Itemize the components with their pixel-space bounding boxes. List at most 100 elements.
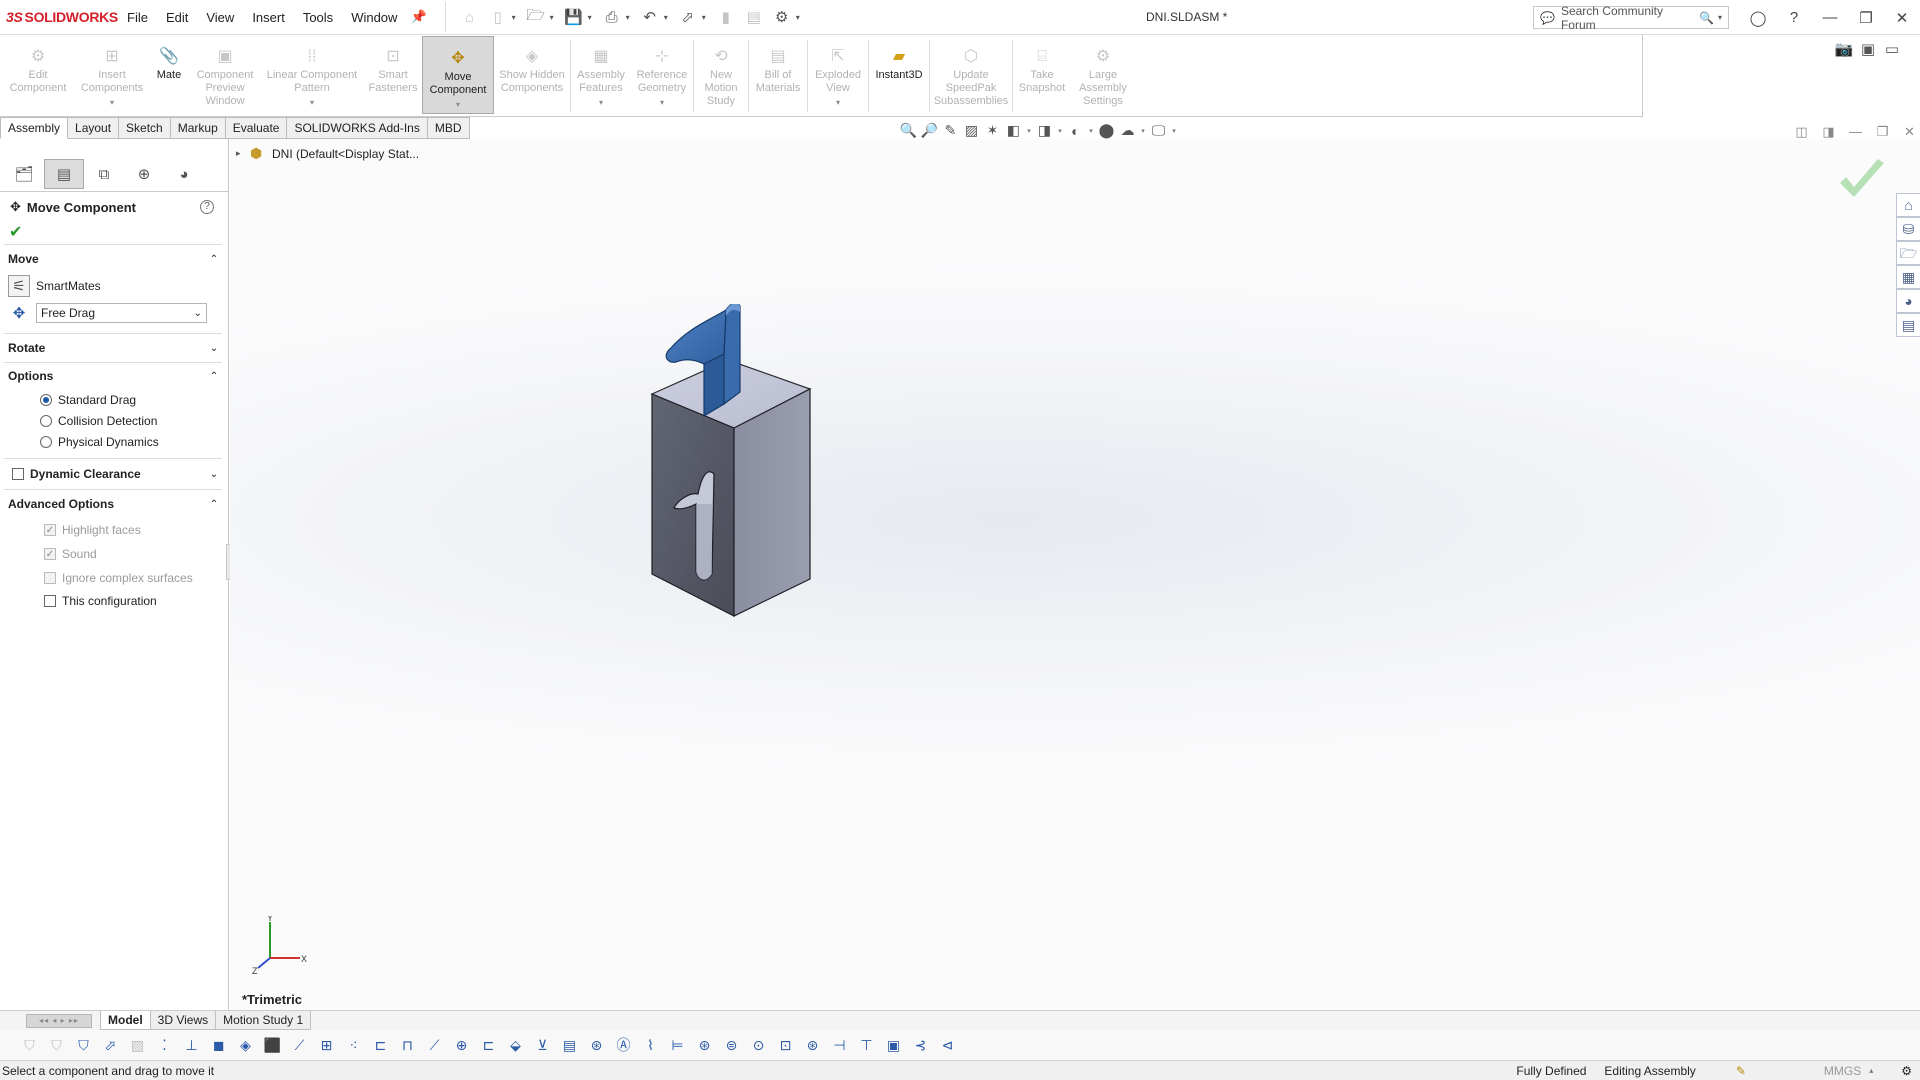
- expand-arrow-icon[interactable]: ▸: [236, 148, 250, 159]
- filter-stacked-balloon-icon[interactable]: ⊡: [772, 1037, 799, 1054]
- display-manager-tab-icon[interactable]: ◕: [164, 159, 204, 189]
- help-icon[interactable]: ?: [1776, 9, 1812, 26]
- filter-midpoints-icon[interactable]: ⟋: [421, 1037, 448, 1054]
- update-speedpak-button[interactable]: ⬡ Update SpeedPak Subassemblies: [930, 35, 1012, 117]
- physical-dynamics-radio[interactable]: [40, 435, 52, 448]
- search-dropdown-icon[interactable]: ▾: [1718, 13, 1722, 22]
- options-gear-icon[interactable]: ⚙: [771, 6, 793, 28]
- mate-button[interactable]: 📎 Mate: [148, 35, 190, 117]
- drag-mode-select[interactable]: Free Drag ⌄: [36, 303, 207, 323]
- dynamic-clearance-header[interactable]: Dynamic Clearance ⌄: [4, 459, 222, 489]
- dimxpert-manager-tab-icon[interactable]: ⊕: [124, 159, 164, 189]
- filter-connection-icon[interactable]: ⊣: [826, 1037, 853, 1054]
- solidworks-resources-icon[interactable]: ⌂: [1896, 193, 1920, 217]
- screen-capture-icon[interactable]: ▣: [1856, 40, 1880, 58]
- tab-motion-study[interactable]: Motion Study 1: [216, 1011, 312, 1030]
- filter-cells-icon[interactable]: ⊜: [718, 1037, 745, 1054]
- file-explorer-icon[interactable]: 🗁: [1896, 241, 1920, 265]
- viewport-minimize-icon[interactable]: —: [1842, 124, 1869, 140]
- solidworks-logo[interactable]: 3S SOLIDWORKS: [6, 9, 118, 25]
- feature-manager-tab-icon[interactable]: 🗂: [4, 159, 44, 189]
- viewport-close-icon[interactable]: ✕: [1896, 124, 1920, 140]
- this-configuration-checkbox[interactable]: [44, 595, 56, 607]
- menu-view[interactable]: View: [197, 0, 243, 35]
- edit-component-button[interactable]: ⚙ Edit Component: [0, 35, 76, 117]
- filter-solids-icon[interactable]: ⬛: [259, 1037, 286, 1054]
- tab-model[interactable]: Model: [100, 1011, 151, 1030]
- view-settings-dropdown-icon[interactable]: ▾: [1169, 127, 1179, 135]
- filter-clear-icon[interactable]: ⛉: [43, 1037, 70, 1054]
- move-component-dropdown-icon[interactable]: ▾: [456, 98, 460, 111]
- filter-bom-icon[interactable]: ⊰: [907, 1037, 934, 1054]
- insert-components-dropdown-icon[interactable]: ▾: [110, 96, 114, 109]
- rebuild-icon[interactable]: ▮: [715, 6, 737, 28]
- ok-checkmark-icon[interactable]: ✔: [0, 222, 228, 244]
- move-component-button[interactable]: ✥ Move Component ▾: [422, 36, 494, 114]
- viewport-restore-icon[interactable]: ❐: [1869, 124, 1896, 140]
- filter-datum-icon[interactable]: ⊏: [475, 1037, 502, 1054]
- open-folder-icon[interactable]: 🗁: [525, 6, 547, 28]
- print-icon[interactable]: ⎙: [601, 6, 623, 28]
- flyout-tree-root[interactable]: ▸ ⬢ DNI (Default<Display Stat...: [236, 145, 419, 162]
- help-icon[interactable]: ?: [200, 200, 214, 214]
- view-orientation-dropdown-icon[interactable]: ▾: [1024, 127, 1034, 135]
- rebuild-indicator-icon[interactable]: ✎: [1736, 1064, 1746, 1078]
- bill-of-materials-button[interactable]: ▤ Bill of Materials: [749, 35, 807, 117]
- units-selector[interactable]: MMGS: [1824, 1064, 1861, 1078]
- graphics-area[interactable]: ▸ ⬢ DNI (Default<Display Stat... ⌂ ⛁ 🗁 ▦…: [230, 139, 1920, 1010]
- physical-dynamics-option[interactable]: Physical Dynamics: [4, 431, 222, 452]
- save-icon[interactable]: 💾: [563, 6, 585, 28]
- tile-horizontal-icon[interactable]: ◫: [1788, 124, 1815, 140]
- sound-checkbox[interactable]: ✓: [44, 548, 56, 560]
- tile-vertical-icon[interactable]: ◨: [1815, 124, 1842, 140]
- chevron-up-icon[interactable]: ⌃: [206, 371, 222, 382]
- display-style-icon[interactable]: ◨: [1034, 122, 1055, 139]
- take-snapshot-button[interactable]: ⌸ Take Snapshot: [1013, 35, 1071, 117]
- tab-assembly[interactable]: Assembly: [0, 117, 69, 139]
- filter-surfaces-icon[interactable]: ◈: [232, 1037, 259, 1054]
- new-motion-study-button[interactable]: ⟲ New Motion Study: [694, 35, 748, 117]
- view-palette-icon[interactable]: ▦: [1896, 265, 1920, 289]
- filter-mates-icon[interactable]: ⊛: [799, 1037, 826, 1054]
- move-group-header[interactable]: Move ⌃: [4, 245, 222, 273]
- reference-geometry-dropdown-icon[interactable]: ▾: [660, 96, 664, 109]
- filter-balloon-icon[interactable]: ⊲: [934, 1037, 961, 1054]
- search-icon[interactable]: 🔍: [1699, 11, 1714, 25]
- smart-fasteners-button[interactable]: ⊡ Smart Fasteners: [364, 35, 422, 117]
- assembly-features-button[interactable]: ▦ Assembly Features ▾: [571, 35, 631, 117]
- filter-select-all-icon[interactable]: ⛉: [70, 1037, 97, 1054]
- filter-axes-icon[interactable]: ⊥: [178, 1037, 205, 1054]
- filter-sketch-segments-icon[interactable]: ⊏: [367, 1037, 394, 1054]
- tab-markup[interactable]: Markup: [170, 117, 226, 139]
- standard-drag-radio[interactable]: [40, 393, 52, 406]
- menu-window[interactable]: Window: [342, 0, 406, 35]
- assembly-features-dropdown-icon[interactable]: ▾: [599, 96, 603, 109]
- filter-toggle-icon[interactable]: ⛉: [16, 1037, 43, 1054]
- filter-dimensions-icon[interactable]: ⊓: [394, 1037, 421, 1054]
- tab-mbd[interactable]: MBD: [427, 117, 470, 139]
- advanced-options-header[interactable]: Advanced Options ⌃: [4, 490, 222, 518]
- minimize-icon[interactable]: —: [1812, 9, 1848, 26]
- component-preview-window-button[interactable]: ▣ Component Preview Window: [190, 35, 260, 117]
- linear-component-pattern-button[interactable]: ⁞⁞ Linear Component Pattern ▾: [260, 35, 364, 117]
- standard-drag-option[interactable]: Standard Drag: [4, 389, 222, 410]
- filter-image-icon[interactable]: ▣: [880, 1037, 907, 1054]
- previous-view-icon[interactable]: ✎: [940, 122, 961, 139]
- ignore-complex-surfaces-option[interactable]: Ignore complex surfaces: [4, 566, 222, 590]
- new-dropdown-icon[interactable]: ▾: [512, 13, 516, 22]
- configuration-manager-tab-icon[interactable]: ⧉: [84, 159, 124, 189]
- chevron-down-icon[interactable]: ⌄: [206, 343, 222, 354]
- filter-faces-icon[interactable]: ◼: [205, 1037, 232, 1054]
- restore-icon[interactable]: ❐: [1848, 9, 1884, 27]
- search-input[interactable]: Search Community Forum: [1561, 4, 1699, 32]
- home-icon[interactable]: ⌂: [459, 6, 481, 28]
- close-icon[interactable]: ✕: [1884, 9, 1920, 27]
- filter-vertices-icon[interactable]: ▧: [124, 1037, 151, 1054]
- filter-planes-icon[interactable]: ⊞: [313, 1037, 340, 1054]
- filter-cosmetic-thread-icon[interactable]: ⬙: [502, 1037, 529, 1054]
- filter-sketch-points-icon[interactable]: ⁖: [340, 1037, 367, 1054]
- tab-scroll-arrows[interactable]: ◂◂ ◂ ▸ ▸▸: [26, 1013, 92, 1028]
- edit-appearance-icon[interactable]: ⬤: [1096, 122, 1117, 139]
- undo-icon[interactable]: ↶: [639, 6, 661, 28]
- smartmates-icon[interactable]: ⚟: [8, 275, 30, 297]
